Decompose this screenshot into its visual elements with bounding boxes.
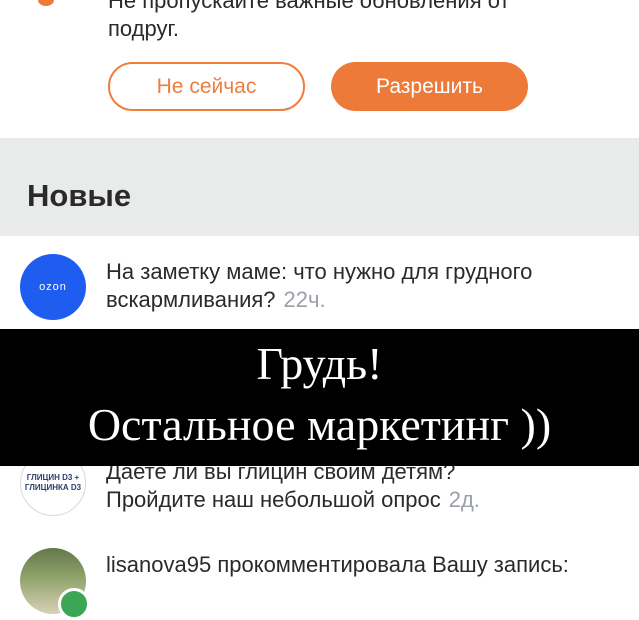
notification-dot-icon xyxy=(38,0,54,6)
permission-card: Не пропускайте важные обновления от подр… xyxy=(0,0,639,138)
notification-text: Даете ли вы глицин своим детям? Пройдите… xyxy=(106,458,616,514)
permission-text-tail: подруг. xyxy=(108,16,179,41)
list-item[interactable]: ozon На заметку маме: что нужно для груд… xyxy=(0,240,639,328)
notification-time: 2д. xyxy=(448,487,480,512)
notification-time: 22ч. xyxy=(283,287,326,312)
avatar-brand-line-2: ГЛИЦИНКА D3 xyxy=(24,483,82,492)
list-item[interactable]: lisanova95 прокомментировала Вашу запись… xyxy=(0,530,639,614)
ozon-logo-text: ozon xyxy=(39,281,67,293)
not-now-button[interactable]: Не сейчас xyxy=(108,62,305,111)
avatar-brand-line-1: ГЛИЦИН D3 + xyxy=(26,473,80,482)
ozon-avatar: ozon xyxy=(20,254,86,320)
username: lisanova95 xyxy=(106,552,212,577)
comment-text: прокомментировала Вашу запись: xyxy=(217,552,569,577)
permission-text-top: Не пропускайте важные обновления от xyxy=(108,0,510,13)
section-title: Новые xyxy=(27,178,132,213)
allow-button[interactable]: Разрешить xyxy=(331,62,528,111)
comment-badge-icon xyxy=(58,588,90,620)
caption-line-1: Грудь! xyxy=(256,338,383,389)
notification-text: На заметку маме: что нужно для грудного … xyxy=(106,259,533,312)
notification-text: lisanova95 прокомментировала Вашу запись… xyxy=(106,551,616,579)
caption-line-2: Остальное маркетинг )) xyxy=(87,399,552,450)
notification-line-2: Пройдите наш небольшой опрос xyxy=(106,487,441,512)
